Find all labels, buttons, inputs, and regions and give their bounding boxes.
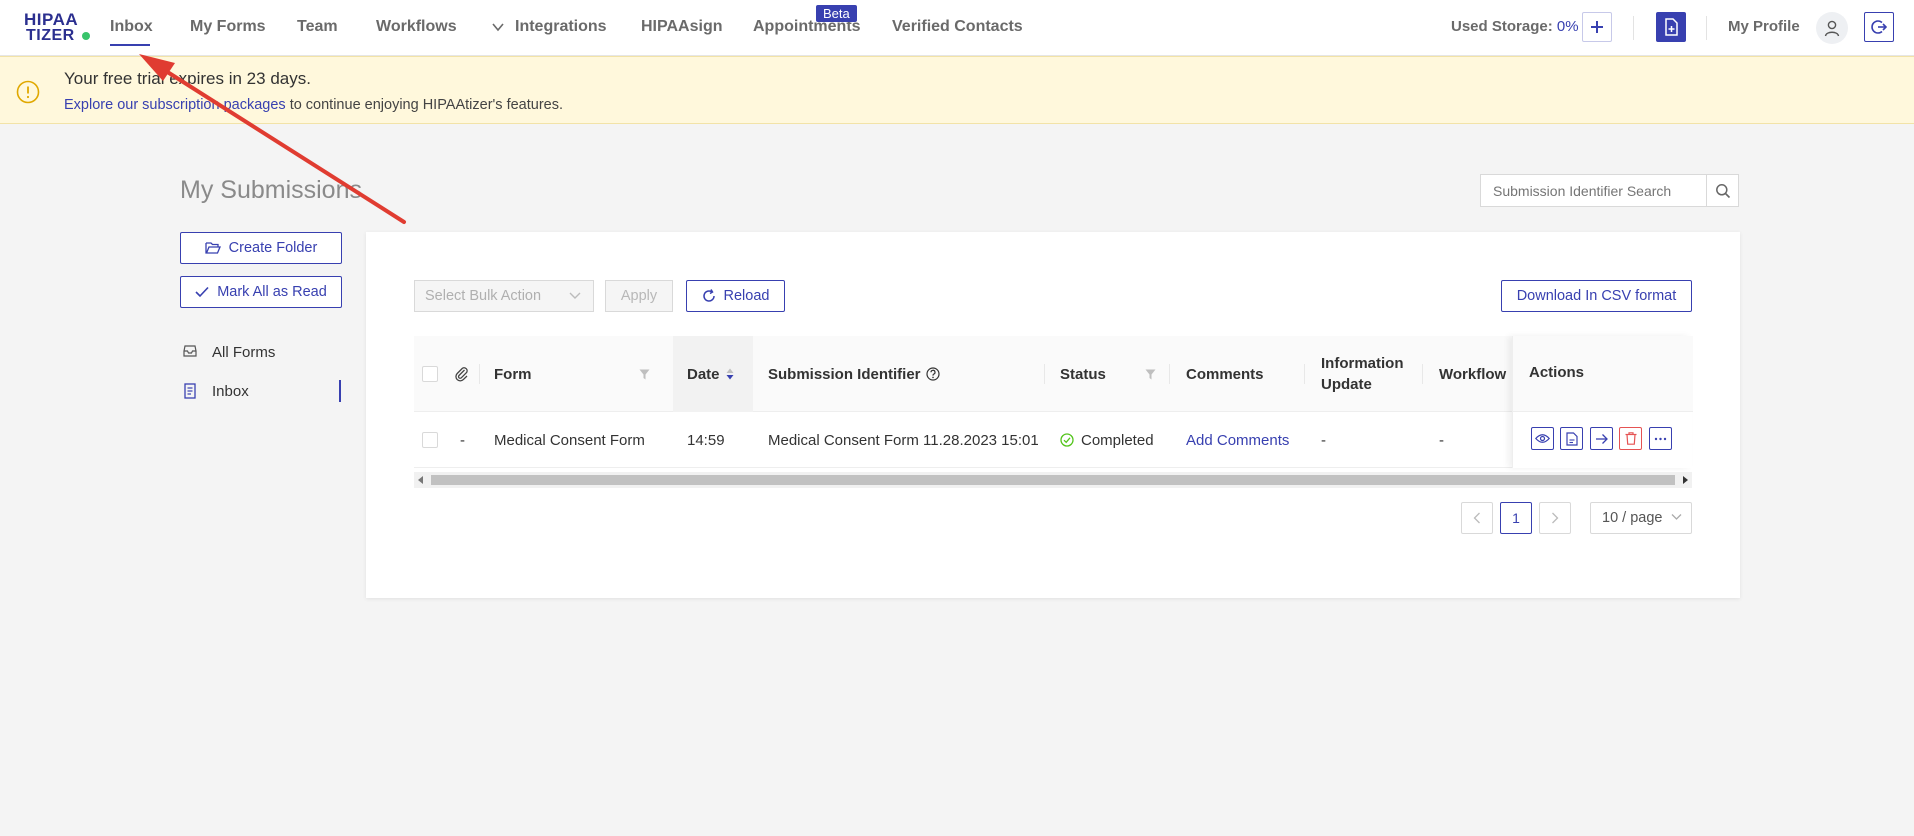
- table-row[interactable]: - Medical Consent Form 14:59 Medical Con…: [414, 412, 1692, 468]
- nav-divider: [1633, 16, 1634, 40]
- delete-button[interactable]: [1619, 427, 1642, 450]
- table-header: Form Date Submission Identifier Status C…: [414, 336, 1692, 412]
- search-button[interactable]: [1706, 174, 1739, 207]
- select-all-cell: [422, 336, 454, 412]
- row-attachment: -: [460, 431, 465, 449]
- page-size-select[interactable]: 10 / page: [1590, 502, 1692, 534]
- nav-integrations[interactable]: Integrations: [515, 18, 607, 36]
- row-info-update: -: [1321, 431, 1326, 449]
- trash-icon: [1625, 432, 1636, 445]
- column-header-date[interactable]: Date: [673, 336, 753, 412]
- forward-button[interactable]: [1590, 427, 1613, 450]
- download-csv-button[interactable]: Download In CSV format: [1501, 280, 1692, 312]
- question-circle-icon[interactable]: [925, 367, 940, 381]
- add-storage-button[interactable]: [1582, 12, 1612, 42]
- chevron-right-icon: [1552, 512, 1559, 524]
- avatar[interactable]: [1816, 12, 1848, 44]
- scroll-left-arrow[interactable]: [418, 476, 423, 484]
- create-folder-button[interactable]: Create Folder: [180, 232, 342, 264]
- horizontal-scrollbar[interactable]: [414, 472, 1692, 488]
- paperclip-icon: [455, 367, 468, 382]
- nav-active-underline: [110, 44, 150, 46]
- file-add-icon: [1665, 18, 1678, 36]
- trial-message: Your free trial expires in 23 days.: [64, 69, 311, 88]
- reload-icon: [702, 289, 715, 302]
- row-checkbox[interactable]: [422, 432, 438, 448]
- row-identifier: Medical Consent Form 11.28.2023 15:01: [768, 431, 1039, 449]
- submissions-card: Select Bulk Action Apply Reload Download…: [366, 232, 1740, 598]
- bulk-action-select[interactable]: Select Bulk Action: [414, 280, 594, 312]
- scroll-right-arrow[interactable]: [1683, 476, 1688, 484]
- pdf-button[interactable]: [1560, 427, 1583, 450]
- column-header-actions: Actions: [1513, 336, 1693, 412]
- page-title: My Submissions: [180, 176, 362, 204]
- search-icon: [1715, 183, 1730, 198]
- trial-subtext: Explore our subscription packages to con…: [64, 97, 563, 113]
- prev-page-button[interactable]: [1461, 502, 1493, 534]
- logo-dot: [82, 32, 90, 40]
- subscription-link[interactable]: Explore our subscription packages: [64, 97, 286, 113]
- sidebar-item-inbox[interactable]: Inbox: [180, 378, 342, 404]
- my-profile-link[interactable]: My Profile: [1728, 18, 1800, 35]
- eye-icon: [1535, 434, 1550, 443]
- reload-button[interactable]: Reload: [686, 280, 785, 312]
- scrollbar-thumb[interactable]: [431, 475, 1675, 485]
- view-button[interactable]: [1531, 427, 1554, 450]
- logout-button[interactable]: [1864, 12, 1894, 42]
- column-header-info-update: Information Update: [1305, 336, 1423, 412]
- add-comments-link[interactable]: Add Comments: [1186, 412, 1289, 468]
- column-header-identifier: Submission Identifier: [753, 336, 1045, 412]
- logout-icon: [1871, 20, 1887, 34]
- submission-search-input[interactable]: [1480, 174, 1707, 207]
- chevron-left-icon: [1473, 512, 1480, 524]
- new-form-button[interactable]: [1656, 12, 1686, 42]
- ellipsis-icon: [1654, 437, 1667, 440]
- beta-badge: Beta: [816, 5, 857, 22]
- mark-all-read-button[interactable]: Mark All as Read: [180, 276, 342, 308]
- next-page-button[interactable]: [1539, 502, 1571, 534]
- check-icon: [195, 286, 209, 298]
- trial-banner: Your free trial expires in 23 days. Expl…: [0, 56, 1914, 124]
- used-storage: Used Storage: 0%: [1451, 18, 1579, 35]
- row-status: Completed: [1060, 412, 1154, 468]
- chevron-down-icon: [1671, 514, 1682, 520]
- sidebar-item-all-forms[interactable]: All Forms: [180, 339, 342, 365]
- exclamation-circle-icon: [16, 80, 40, 104]
- nav-my-forms[interactable]: My Forms: [190, 18, 266, 36]
- sidebar-active-indicator: [339, 380, 341, 402]
- nav-inbox[interactable]: Inbox: [110, 18, 153, 36]
- document-icon: [183, 383, 199, 399]
- nav-divider: [1706, 16, 1707, 40]
- user-icon: [1824, 20, 1840, 37]
- inbox-tray-icon: [183, 344, 199, 360]
- nav-workflows[interactable]: Workflows: [376, 18, 457, 36]
- more-button[interactable]: [1649, 427, 1672, 450]
- chevron-down-icon[interactable]: [491, 20, 505, 34]
- filter-icon[interactable]: [1145, 369, 1156, 380]
- filter-icon[interactable]: [639, 369, 650, 380]
- row-date: 14:59: [687, 431, 725, 449]
- row-form-name: Medical Consent Form: [494, 431, 645, 449]
- column-header-status[interactable]: Status: [1045, 336, 1170, 412]
- column-header-comments: Comments: [1170, 336, 1305, 412]
- file-pdf-icon: [1565, 431, 1578, 446]
- nav-team[interactable]: Team: [297, 18, 338, 36]
- select-all-checkbox[interactable]: [422, 366, 438, 382]
- plus-icon: [1591, 21, 1603, 33]
- column-header-form[interactable]: Form: [480, 336, 673, 412]
- row-workflow: -: [1439, 431, 1444, 449]
- chevron-down-icon: [569, 292, 581, 299]
- sort-icon[interactable]: [726, 368, 734, 380]
- page-1-button[interactable]: 1: [1500, 502, 1532, 534]
- row-select-cell: [422, 412, 454, 468]
- nav-verified-contacts[interactable]: Verified Contacts: [892, 18, 1023, 36]
- folder-open-icon: [205, 242, 221, 254]
- nav-hipaasign[interactable]: HIPAAsign: [641, 18, 722, 36]
- check-circle-icon: [1060, 433, 1074, 447]
- attachment-header: [454, 336, 480, 412]
- hipaatizer-logo[interactable]: HIPAA TIZER: [24, 11, 92, 44]
- apply-button[interactable]: Apply: [605, 280, 673, 312]
- top-navbar: HIPAA TIZER Inbox My Forms Team Workflow…: [0, 0, 1914, 56]
- arrow-right-icon: [1596, 433, 1608, 444]
